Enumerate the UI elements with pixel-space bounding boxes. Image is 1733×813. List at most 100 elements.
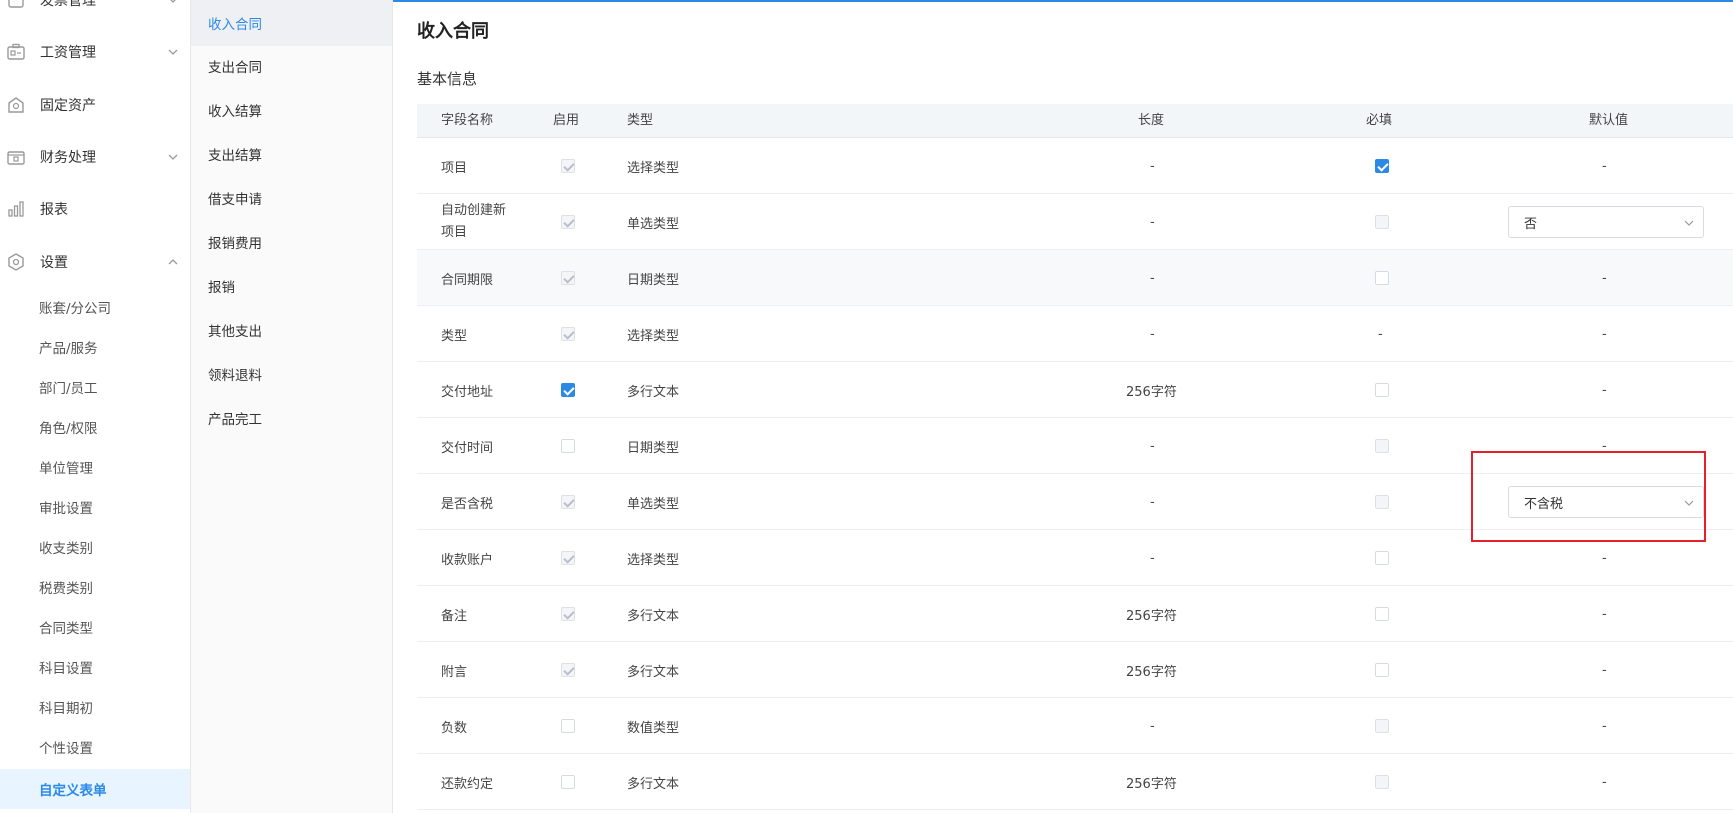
asset-icon (8, 97, 24, 113)
default-value: - (1602, 606, 1607, 622)
enabled-checkbox[interactable] (561, 719, 575, 733)
default-cell: 不含税 (1508, 474, 1708, 530)
subnav-item-expense-settlement[interactable]: 支出结算 (191, 132, 392, 176)
settings-item-custom-form[interactable]: 自定义表单 (0, 769, 190, 809)
settings-item-approval[interactable]: 审批设置 (0, 489, 190, 525)
sidebar-item-fixed-assets[interactable]: 固定资产 (0, 87, 190, 123)
column-header-default: 默认值 (1589, 113, 1629, 128)
settings-item-label: 账套/分公司 (39, 301, 112, 317)
enabled-checkbox[interactable] (561, 383, 575, 397)
required-cell (1375, 138, 1389, 194)
settings-item-label: 产品/服务 (39, 341, 98, 357)
sidebar-item-settings[interactable]: 设置 (0, 244, 190, 280)
enabled-cell (561, 362, 575, 418)
enabled-cell (561, 698, 575, 754)
settings-item-opening-balance[interactable]: 科目期初 (0, 689, 190, 725)
settings-item-products[interactable]: 产品/服务 (0, 329, 190, 365)
required-checkbox[interactable] (1375, 215, 1389, 229)
enabled-checkbox[interactable] (561, 327, 575, 341)
settings-item-accounts[interactable]: 账套/分公司 (0, 289, 190, 325)
subnav-item-material-return[interactable]: 领料退料 (191, 352, 392, 396)
enabled-checkbox[interactable] (561, 663, 575, 677)
table-row: 交付地址 多行文本 256字符 - (417, 362, 1733, 418)
required-cell (1375, 250, 1389, 306)
settings-icon (8, 253, 24, 271)
default-cell: 否 (1508, 194, 1708, 250)
subnav-item-label: 借支申请 (208, 192, 262, 208)
default-value: - (1602, 774, 1607, 790)
required-checkbox[interactable] (1375, 775, 1389, 789)
subnav-item-label: 支出结算 (208, 148, 262, 164)
enabled-checkbox[interactable] (561, 775, 575, 789)
settings-item-departments[interactable]: 部门/员工 (0, 369, 190, 405)
chevron-down-icon (168, 49, 178, 55)
required-cell (1375, 754, 1389, 810)
required-checkbox[interactable] (1375, 607, 1389, 621)
required-checkbox[interactable] (1375, 719, 1389, 733)
field-name: 类型 (441, 328, 468, 344)
enabled-cell (561, 586, 575, 642)
enabled-checkbox[interactable] (561, 495, 575, 509)
settings-item-subjects[interactable]: 科目设置 (0, 649, 190, 685)
required-checkbox[interactable] (1375, 439, 1389, 453)
field-name: 交付地址 (441, 384, 494, 400)
settings-item-label: 收支类别 (39, 541, 93, 557)
enabled-checkbox[interactable] (561, 607, 575, 621)
enabled-cell (561, 306, 575, 362)
field-name: 自动创建新项目 (441, 203, 507, 240)
form-type-nav: 收入合同 支出合同 收入结算 支出结算 借支申请 报销费用 报销 其他支出 领料… (191, 0, 393, 813)
main-sidebar: 发票管理 工资管理 固定资产 财务处理 报表 设置 账套/分公司 产品/服务 部… (0, 0, 191, 813)
required-checkbox[interactable] (1375, 159, 1389, 173)
required-checkbox[interactable] (1375, 551, 1389, 565)
settings-item-personalization[interactable]: 个性设置 (0, 729, 190, 765)
settings-item-label: 部门/员工 (39, 381, 98, 397)
subnav-item-advance-request[interactable]: 借支申请 (191, 176, 392, 220)
settings-item-roles[interactable]: 角色/权限 (0, 409, 190, 445)
sidebar-item-finance[interactable]: 财务处理 (0, 139, 190, 175)
required-checkbox[interactable] (1375, 383, 1389, 397)
settings-item-contract-type[interactable]: 合同类型 (0, 609, 190, 645)
sidebar-item-payroll[interactable]: 工资管理 (0, 34, 190, 70)
settings-item-income-expense-category[interactable]: 收支类别 (0, 529, 190, 565)
subnav-item-reimbursement-expense[interactable]: 报销费用 (191, 220, 392, 264)
subnav-item-expense-contract[interactable]: 支出合同 (191, 44, 392, 88)
field-name: 还款约定 (441, 776, 494, 792)
subnav-item-reimbursement[interactable]: 报销 (191, 264, 392, 308)
field-length: 256字符 (1126, 608, 1177, 624)
field-type: 多行文本 (627, 664, 680, 680)
subnav-item-label: 其他支出 (208, 324, 262, 340)
required-cell (1375, 418, 1389, 474)
field-type: 多行文本 (627, 776, 680, 792)
default-value-select[interactable]: 不含税 (1508, 486, 1704, 518)
subnav-item-product-completion[interactable]: 产品完工 (191, 396, 392, 440)
table-row: 自动创建新项目 单选类型 - 否 (417, 194, 1733, 250)
settings-item-label: 审批设置 (39, 501, 93, 517)
required-checkbox[interactable] (1375, 271, 1389, 285)
field-type: 选择类型 (627, 552, 680, 568)
subnav-item-income-contract[interactable]: 收入合同 (191, 0, 392, 46)
enabled-cell (561, 418, 575, 474)
table-row: 合同期限 日期类型 - - (417, 250, 1733, 306)
default-value-select[interactable]: 否 (1508, 206, 1704, 238)
enabled-checkbox[interactable] (561, 159, 575, 173)
field-length: - (1150, 326, 1155, 342)
required-cell (1375, 698, 1389, 754)
field-length: 256字符 (1126, 384, 1177, 400)
subnav-item-income-settlement[interactable]: 收入结算 (191, 88, 392, 132)
table-row: 备注 多行文本 256字符 - (417, 586, 1733, 642)
required-checkbox[interactable] (1375, 663, 1389, 677)
sidebar-item-reports[interactable]: 报表 (0, 191, 190, 227)
enabled-checkbox[interactable] (561, 215, 575, 229)
settings-item-units[interactable]: 单位管理 (0, 449, 190, 485)
subnav-item-other-expense[interactable]: 其他支出 (191, 308, 392, 352)
field-type: 数值类型 (627, 720, 680, 736)
enabled-checkbox[interactable] (561, 271, 575, 285)
required-checkbox[interactable] (1375, 495, 1389, 509)
sidebar-item-invoice[interactable]: 发票管理 (0, 0, 190, 18)
enabled-checkbox[interactable] (561, 551, 575, 565)
subnav-item-label: 报销 (208, 280, 235, 296)
enabled-checkbox[interactable] (561, 439, 575, 453)
settings-item-tax-category[interactable]: 税费类别 (0, 569, 190, 605)
table-row: 是否含税 单选类型 - 不含税 (417, 474, 1733, 530)
table-row: 项目 选择类型 - - (417, 138, 1733, 194)
